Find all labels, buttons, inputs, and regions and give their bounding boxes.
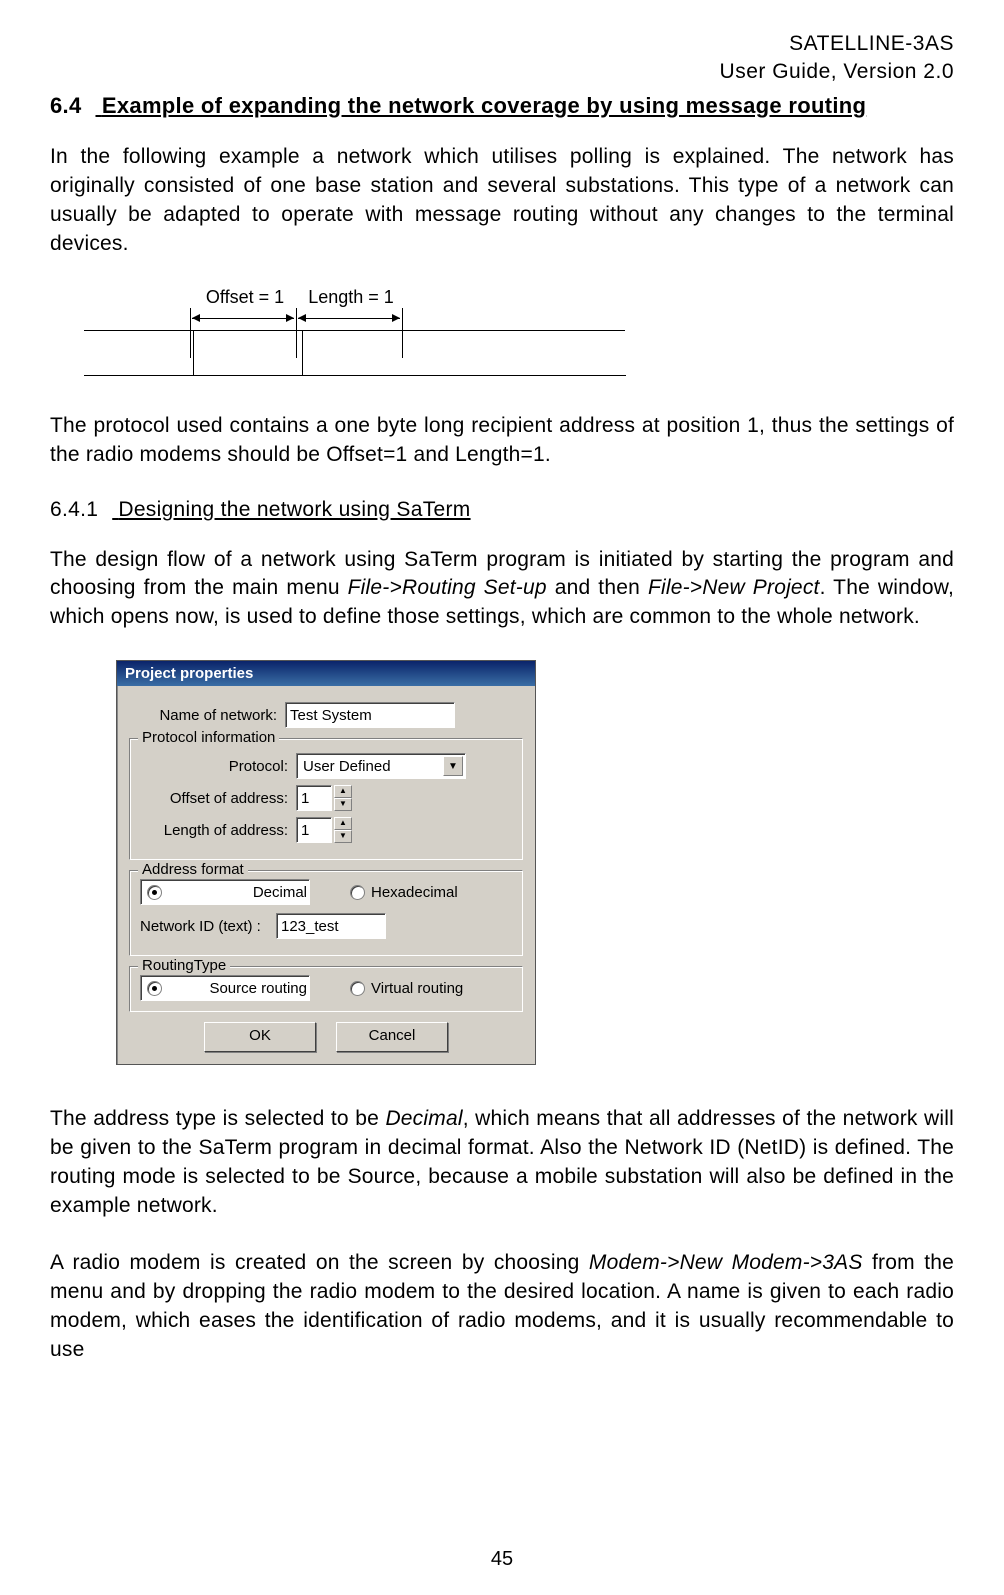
network-id-input[interactable] <box>276 913 386 939</box>
subsection-heading: 6.4.1 Designing the network using SaTerm <box>50 498 954 522</box>
name-of-network-label: Name of network: <box>129 707 285 724</box>
length-of-address-label: Length of address: <box>140 822 296 839</box>
routing-type-group-title: RoutingType <box>138 957 230 974</box>
paragraph-1: In the following example a network which… <box>50 143 954 259</box>
address-format-group: Address format Decimal Hexadecimal Netwo… <box>129 870 523 956</box>
address-format-group-title: Address format <box>138 861 248 878</box>
protocol-value: User Defined <box>303 758 391 775</box>
length-label: Length = 1 <box>298 287 404 308</box>
dialog-title-text: Project properties <box>125 665 253 682</box>
protocol-frame-table <box>84 330 626 376</box>
dialog-titlebar: Project properties <box>117 661 535 686</box>
project-properties-dialog: Project properties Name of network: Prot… <box>116 660 536 1065</box>
paragraph-5: A radio modem is created on the screen b… <box>50 1249 954 1365</box>
offset-label: Offset = 1 <box>192 287 298 308</box>
page-number: 45 <box>0 1548 1004 1571</box>
radio-hexadecimal[interactable]: Hexadecimal <box>350 879 458 905</box>
decimal-emph: Decimal <box>385 1107 462 1130</box>
protocol-select[interactable]: User Defined ▼ <box>296 753 466 779</box>
menu-path-3: Modem->New Modem->3AS <box>589 1251 863 1274</box>
protocol-label: Protocol: <box>140 758 296 775</box>
length-input[interactable] <box>296 817 332 843</box>
page-header: SATELLINE-3AS User Guide, Version 2.0 <box>50 30 954 87</box>
offset-input[interactable] <box>296 785 332 811</box>
paragraph-3: The design flow of a network using SaTer… <box>50 546 954 633</box>
radio-dot-icon <box>147 885 162 900</box>
offset-spinner[interactable]: ▲ ▼ <box>296 785 352 811</box>
spin-down-icon[interactable]: ▼ <box>334 830 352 843</box>
section-number: 6.4 <box>50 93 81 119</box>
spin-down-icon[interactable]: ▼ <box>334 798 352 811</box>
spin-up-icon[interactable]: ▲ <box>334 785 352 798</box>
subsection-title: Designing the network using SaTerm <box>118 498 470 521</box>
network-id-label: Network ID (text) : <box>140 918 276 935</box>
menu-path-1: File->Routing Set-up <box>348 576 547 599</box>
paragraph-4: The address type is selected to be Decim… <box>50 1105 954 1221</box>
radio-decimal[interactable]: Decimal <box>140 879 310 905</box>
spin-up-icon[interactable]: ▲ <box>334 817 352 830</box>
name-of-network-input[interactable] <box>285 702 455 728</box>
chevron-down-icon[interactable]: ▼ <box>443 756 463 776</box>
paragraph-2: The protocol used contains a one byte lo… <box>50 412 954 470</box>
length-spinner[interactable]: ▲ ▼ <box>296 817 352 843</box>
section-title: Example of expanding the network coverag… <box>102 93 866 118</box>
radio-dot-icon <box>350 981 365 996</box>
radio-dot-icon <box>350 885 365 900</box>
ok-button[interactable]: OK <box>204 1022 316 1052</box>
protocol-group-title: Protocol information <box>138 729 279 746</box>
section-heading: 6.4 Example of expanding the network cov… <box>50 93 954 119</box>
protocol-information-group: Protocol information Protocol: User Defi… <box>129 738 523 860</box>
radio-source-routing[interactable]: Source routing <box>140 975 310 1001</box>
radio-virtual-routing[interactable]: Virtual routing <box>350 975 463 1001</box>
subsection-number: 6.4.1 <box>50 498 98 522</box>
offset-of-address-label: Offset of address: <box>140 790 296 807</box>
guide-version: User Guide, Version 2.0 <box>50 58 954 86</box>
menu-path-2: File->New Project <box>648 576 820 599</box>
cancel-button[interactable]: Cancel <box>336 1022 448 1052</box>
offset-length-diagram: Offset = 1 Length = 1 <box>150 287 710 376</box>
product-name: SATELLINE-3AS <box>50 30 954 58</box>
radio-dot-icon <box>147 981 162 996</box>
routing-type-group: RoutingType Source routing Virtual routi… <box>129 966 523 1012</box>
